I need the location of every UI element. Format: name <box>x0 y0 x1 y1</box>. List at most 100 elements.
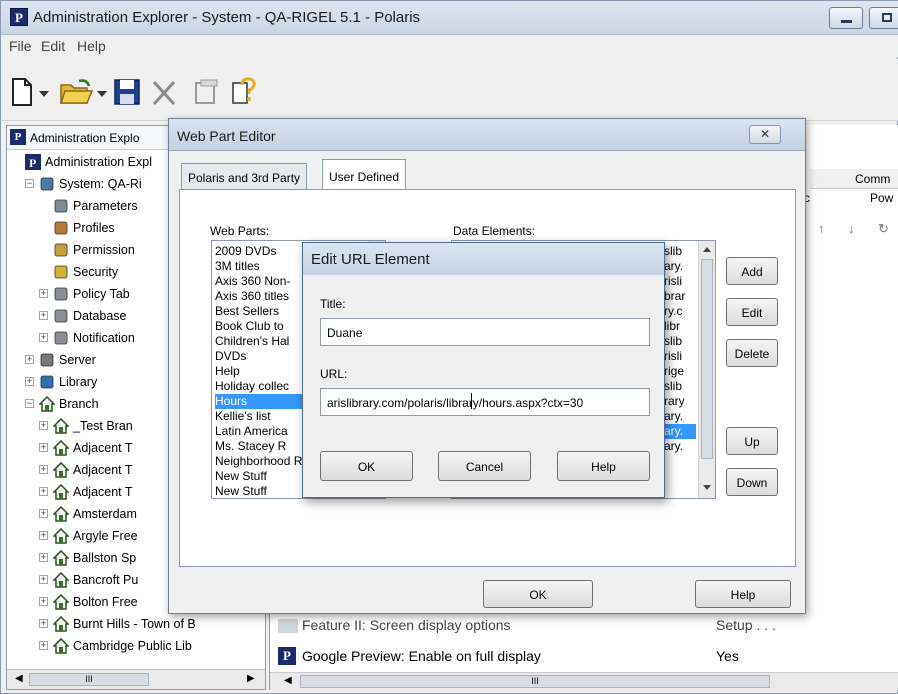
add-button[interactable]: Add <box>726 257 778 285</box>
svg-text:P: P <box>29 156 36 170</box>
menu-file[interactable]: File <box>9 38 32 54</box>
delete-button[interactable] <box>151 77 177 107</box>
maximize-button[interactable] <box>869 7 898 29</box>
properties-button[interactable] <box>193 77 219 107</box>
sort-up-icon[interactable]: ↑ <box>818 221 825 236</box>
tree-scroll-thumb[interactable]: III <box>29 673 149 686</box>
tree-item-label: Notification <box>73 331 135 345</box>
scroll-left-icon[interactable]: ◀ <box>15 673 23 684</box>
data-element-item[interactable]: libr <box>664 319 696 334</box>
expand-icon[interactable]: + <box>39 289 48 298</box>
data-element-item[interactable]: risli <box>664 274 696 289</box>
minimize-button[interactable] <box>829 7 863 29</box>
close-button[interactable]: ✕ <box>749 125 781 144</box>
expand-icon[interactable]: + <box>39 641 48 650</box>
power-tab[interactable]: Pow <box>870 191 893 205</box>
ok-label: OK <box>529 588 547 602</box>
open-dropdown-icon[interactable] <box>97 91 107 97</box>
edit-button[interactable]: Edit <box>726 298 778 326</box>
open-folder-icon <box>59 79 94 104</box>
expand-icon[interactable]: + <box>25 377 34 386</box>
branch-icon <box>52 549 70 566</box>
move-up-button[interactable]: Up <box>726 427 778 455</box>
expand-icon[interactable]: + <box>25 355 34 364</box>
tree-item[interactable]: + Burnt Hills - Town of B <box>7 614 265 634</box>
url-ok-button[interactable]: OK <box>320 451 413 481</box>
data-element-item[interactable]: rary <box>664 394 696 409</box>
branch-icon <box>52 439 70 456</box>
expand-icon[interactable]: + <box>39 311 48 320</box>
url-field[interactable]: arislibrary.com/polaris/library/hours.as… <box>320 388 650 416</box>
scroll-right-icon[interactable]: ▶ <box>247 673 255 684</box>
data-element-item[interactable]: ary. <box>664 409 696 424</box>
scroll-left-icon[interactable]: ◀ <box>284 675 292 686</box>
expand-icon[interactable]: + <box>39 465 48 474</box>
details-horizontal-scrollbar[interactable]: ◀ III <box>270 672 898 690</box>
branch-icon <box>52 615 70 632</box>
url-cancel-button[interactable]: Cancel <box>438 451 531 481</box>
row-value: Yes <box>716 648 739 664</box>
minimize-icon <box>841 20 852 23</box>
whats-this-help-button[interactable] <box>231 77 257 107</box>
tab-user-defined[interactable]: User Defined <box>322 159 407 190</box>
menu-edit[interactable]: Edit <box>41 38 65 54</box>
data-element-item[interactable]: slib <box>664 244 696 259</box>
tab-polaris-and-3rd-party[interactable]: Polaris and 3rd Party <box>181 163 308 189</box>
menu-help[interactable]: Help <box>77 38 106 54</box>
move-down-button[interactable]: Down <box>726 468 778 496</box>
scroll-down-icon[interactable] <box>703 485 711 490</box>
expand-icon[interactable]: + <box>39 509 48 518</box>
expand-icon[interactable]: + <box>39 443 48 452</box>
expand-icon[interactable]: + <box>39 531 48 540</box>
expand-icon[interactable]: + <box>39 553 48 562</box>
open-button[interactable] <box>59 77 94 107</box>
collapse-icon[interactable]: − <box>25 179 34 188</box>
expand-icon[interactable]: + <box>39 487 48 496</box>
data-element-item[interactable]: ary. <box>664 439 696 454</box>
comments-column-header[interactable]: Comm <box>855 172 890 186</box>
title-field[interactable]: Duane <box>320 318 650 346</box>
data-element-item[interactable]: slib <box>664 334 696 349</box>
expand-icon[interactable]: + <box>39 421 48 430</box>
data-element-item[interactable]: ary. <box>664 424 696 439</box>
data-element-item[interactable]: slib <box>664 379 696 394</box>
data-element-item[interactable]: ary. <box>664 259 696 274</box>
expand-icon[interactable]: + <box>39 619 48 628</box>
polaris-app-icon: P <box>10 8 28 26</box>
data-element-item[interactable]: brar <box>664 289 696 304</box>
sort-down-icon[interactable]: ↓ <box>848 221 855 236</box>
editor-ok-button[interactable]: OK <box>483 580 593 608</box>
tree-horizontal-scrollbar[interactable]: ◀ III ▶ <box>7 669 265 689</box>
tree-item-label: Server <box>59 353 96 367</box>
editor-help-button[interactable]: Help <box>695 580 791 608</box>
tree-item-label: Profiles <box>73 221 115 235</box>
new-dropdown-icon[interactable] <box>39 91 49 97</box>
table-icon <box>53 330 69 346</box>
tree-item-label: Ballston Sp <box>73 551 137 565</box>
branch-icon <box>52 527 70 544</box>
collapse-icon[interactable]: − <box>25 399 34 408</box>
url-help-button[interactable]: Help <box>557 451 650 481</box>
data-elements-scroll-thumb[interactable] <box>701 259 713 459</box>
expand-icon[interactable]: + <box>39 575 48 584</box>
scroll-up-icon[interactable] <box>703 247 711 252</box>
save-button[interactable] <box>113 77 141 107</box>
data-elements-label: Data Elements: <box>453 224 536 238</box>
data-elements-scrollbar[interactable] <box>698 241 715 498</box>
dialog-title: Web Part Editor <box>177 128 276 144</box>
expand-icon[interactable]: + <box>39 597 48 606</box>
branch-icon <box>52 571 70 588</box>
tree-item-label: Adjacent T <box>73 463 133 477</box>
details-scroll-thumb[interactable]: III <box>300 675 770 688</box>
data-element-item[interactable]: ry.c <box>664 304 696 319</box>
new-button[interactable] <box>11 77 33 107</box>
data-element-item[interactable]: risli <box>664 349 696 364</box>
delete-element-button[interactable]: Delete <box>726 339 778 367</box>
tree-item-label: Adjacent T <box>73 441 133 455</box>
data-element-item[interactable]: rige <box>664 364 696 379</box>
expand-icon[interactable]: + <box>39 333 48 342</box>
refresh-icon[interactable]: ↻ <box>878 221 889 237</box>
title-field-value: Duane <box>327 326 363 340</box>
url-field-label: URL: <box>320 367 348 381</box>
tree-item[interactable]: + Cambridge Public Lib <box>7 636 265 656</box>
